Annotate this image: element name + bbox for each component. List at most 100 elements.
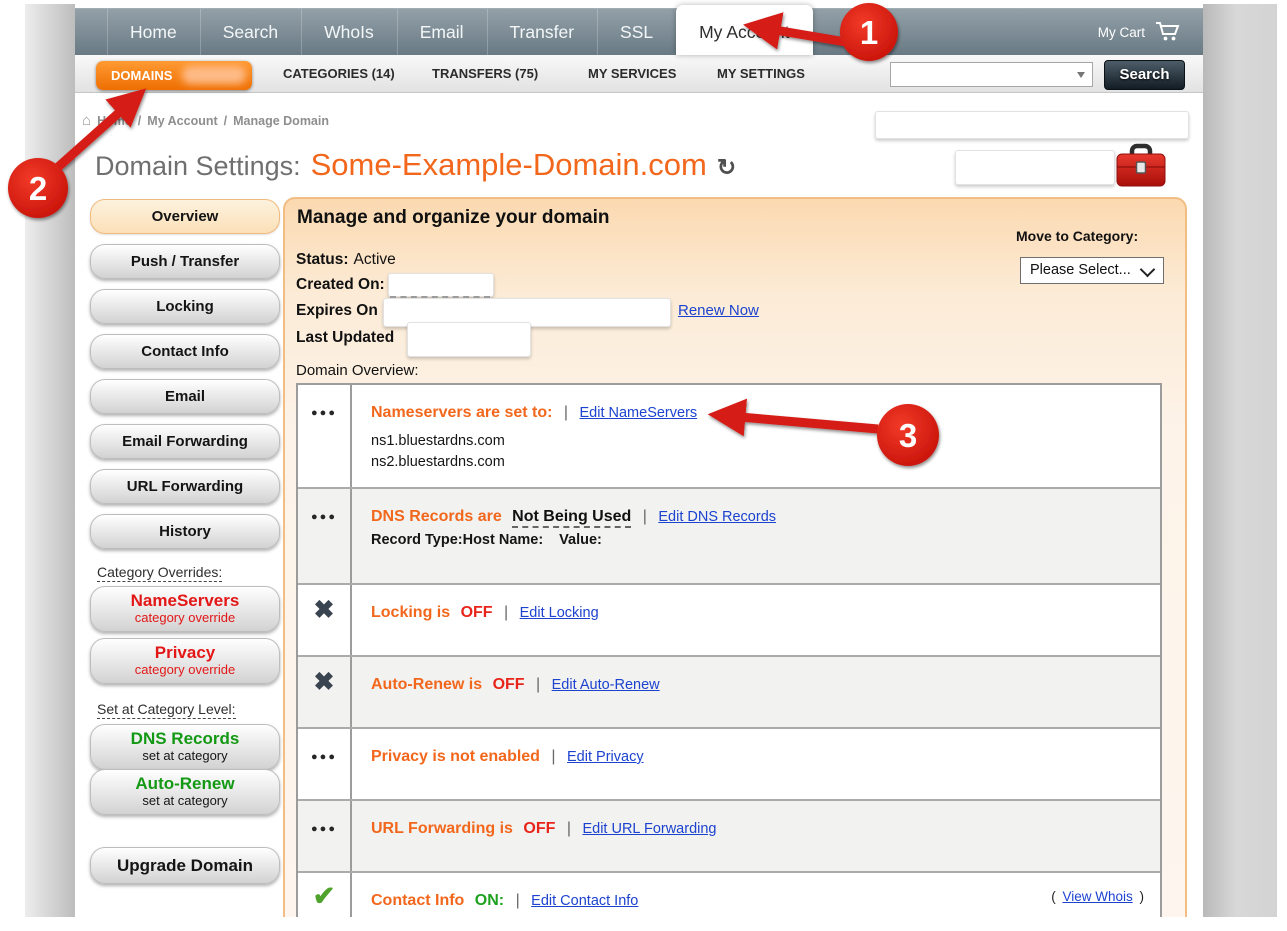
nameserver-2: ns2.bluestardns.com: [371, 452, 697, 473]
edit-locking-link[interactable]: Edit Locking: [520, 605, 599, 621]
value-header: Value:: [559, 532, 602, 548]
updated-line: Last Updated: [296, 329, 399, 347]
sidebar-item-history[interactable]: History: [90, 514, 280, 549]
search-button[interactable]: Search: [1104, 60, 1185, 90]
row-title: Auto-Renew is: [371, 676, 482, 693]
sidebar-item-auto-renew-category[interactable]: Auto-Renew set at category: [90, 769, 280, 815]
record-type-header: Record Type:: [371, 532, 463, 548]
table-row-dns-records: ●●● DNS Records are Not Being Used | Edi…: [298, 487, 1160, 583]
renew-now-link[interactable]: Renew Now: [678, 302, 759, 319]
table-row-locking: ✖ Locking is OFF | Edit Locking: [298, 583, 1160, 655]
edit-auto-renew-link[interactable]: Edit Auto-Renew: [552, 677, 660, 693]
edit-url-forwarding-link[interactable]: Edit URL Forwarding: [582, 821, 716, 837]
row-status-text: Not Being Used: [512, 508, 631, 528]
sidebar-item-dns-records-category[interactable]: DNS Records set at category: [90, 724, 280, 770]
override-title: NameServers: [91, 591, 279, 610]
sidebar-item-url-forwarding[interactable]: URL Forwarding: [90, 469, 280, 504]
view-whois-link[interactable]: View Whois: [1062, 889, 1132, 904]
subnav-my-services[interactable]: MY SERVICES: [588, 55, 676, 92]
move-to-category-select[interactable]: Please Select...: [1020, 257, 1164, 284]
category-title: Auto-Renew: [91, 774, 279, 793]
status-line: Status:Active: [296, 251, 396, 269]
home-icon: ⌂: [82, 112, 91, 129]
domain-name: Some-Example-Domain.com: [311, 147, 707, 183]
sidebar-item-privacy-override[interactable]: Privacy category override: [90, 638, 280, 684]
tab-home[interactable]: Home: [107, 9, 200, 55]
tab-ssl[interactable]: SSL: [597, 9, 676, 55]
view-whois-wrapper: ( View Whois ): [1051, 889, 1144, 904]
row-status-off: OFF: [523, 820, 555, 837]
redaction-box: [955, 150, 1115, 185]
sidebar-item-email[interactable]: Email: [90, 379, 280, 414]
my-cart-label: My Cart: [1098, 25, 1145, 40]
expires-line: Expires On: [296, 302, 383, 320]
page-background-bottom: [0, 917, 1287, 931]
sidebar-item-locking[interactable]: Locking: [90, 289, 280, 324]
edit-nameservers-link[interactable]: Edit NameServers: [580, 405, 698, 421]
sidebar-item-email-forwarding[interactable]: Email Forwarding: [90, 424, 280, 459]
breadcrumb-separator: /: [224, 114, 227, 128]
category-subtitle: set at category: [91, 748, 279, 763]
table-row-auto-renew: ✖ Auto-Renew is OFF | Edit Auto-Renew: [298, 655, 1160, 727]
override-subtitle: category override: [91, 610, 279, 625]
cart-icon: [1155, 21, 1181, 45]
select-value: Please Select...: [1030, 262, 1131, 278]
edit-contact-info-link[interactable]: Edit Contact Info: [531, 893, 638, 909]
sidebar-item-contact-info[interactable]: Contact Info: [90, 334, 280, 369]
sidebar-item-push-transfer[interactable]: Push / Transfer: [90, 244, 280, 279]
nameserver-1: ns1.bluestardns.com: [371, 431, 697, 452]
dashed-underline: [390, 282, 490, 298]
page-title: Domain Settings: Some-Example-Domain.com…: [95, 147, 736, 183]
breadcrumb-home[interactable]: Home: [97, 114, 132, 128]
breadcrumb-separator: /: [138, 114, 141, 128]
toolbox-icon[interactable]: [1116, 143, 1166, 194]
row-status-off: OFF: [461, 604, 493, 621]
edit-privacy-link[interactable]: Edit Privacy: [567, 749, 644, 765]
override-subtitle: category override: [91, 662, 279, 677]
domain-overview-table: ●●● Nameservers are set to: | Edit NameS…: [296, 383, 1162, 931]
sidebar-item-overview[interactable]: Overview: [90, 199, 280, 234]
subnav-categories[interactable]: CATEGORIES (14): [283, 55, 395, 92]
domains-label: DOMAINS: [111, 68, 172, 83]
redaction-box: [407, 322, 531, 357]
x-icon: ✖: [314, 595, 335, 655]
table-row-nameservers: ●●● Nameservers are set to: | Edit NameS…: [298, 385, 1160, 487]
tab-email[interactable]: Email: [397, 9, 487, 55]
table-row-url-forwarding: ●●● URL Forwarding is OFF | Edit URL For…: [298, 799, 1160, 871]
row-status-off: OFF: [493, 676, 525, 693]
row-title: Privacy is not enabled: [371, 748, 540, 765]
subnav-domains-button[interactable]: DOMAINS: [96, 61, 252, 90]
dots-icon: ●●●: [311, 511, 337, 583]
category-title: DNS Records: [91, 729, 279, 748]
tab-my-account[interactable]: My Account: [676, 5, 812, 55]
domain-overview-label: Domain Overview:: [296, 362, 419, 379]
row-title: URL Forwarding is: [371, 820, 513, 837]
title-prefix: Domain Settings:: [95, 151, 301, 182]
sidebar-item-upgrade-domain[interactable]: Upgrade Domain: [90, 847, 280, 884]
row-title: DNS Records are: [371, 508, 502, 525]
tab-search[interactable]: Search: [200, 9, 301, 55]
category-overrides-label: Category Overrides:: [97, 564, 222, 580]
my-cart-button[interactable]: My Cart: [1098, 9, 1181, 56]
created-line: Created On:: [296, 276, 390, 294]
edit-dns-records-link[interactable]: Edit DNS Records: [658, 509, 776, 525]
account-sub-navigation: DOMAINS CATEGORIES (14) TRANSFERS (75) M…: [75, 55, 1203, 93]
domain-search-combobox[interactable]: [890, 62, 1093, 87]
breadcrumb-my-account[interactable]: My Account: [147, 114, 217, 128]
refresh-icon[interactable]: ↻: [717, 154, 736, 181]
page: Home Search WhoIs Email Transfer SSL My …: [0, 0, 1287, 931]
dots-icon: ●●●: [311, 823, 337, 871]
tab-whois[interactable]: WhoIs: [301, 9, 397, 55]
tab-transfer[interactable]: Transfer: [487, 9, 598, 55]
dots-icon: ●●●: [311, 407, 337, 487]
breadcrumb: ⌂ Home / My Account / Manage Domain: [82, 112, 329, 129]
sidebar-item-nameservers-override[interactable]: NameServers category override: [90, 586, 280, 632]
x-icon: ✖: [314, 667, 335, 727]
subnav-my-settings[interactable]: MY SETTINGS: [717, 55, 805, 92]
redaction-blur: [182, 66, 246, 84]
table-row-privacy: ●●● Privacy is not enabled | Edit Privac…: [298, 727, 1160, 799]
chevron-down-icon: [1140, 262, 1156, 278]
host-name-header: Host Name:: [463, 532, 544, 548]
top-navigation: Home Search WhoIs Email Transfer SSL My …: [75, 8, 1203, 55]
subnav-transfers[interactable]: TRANSFERS (75): [432, 55, 538, 92]
